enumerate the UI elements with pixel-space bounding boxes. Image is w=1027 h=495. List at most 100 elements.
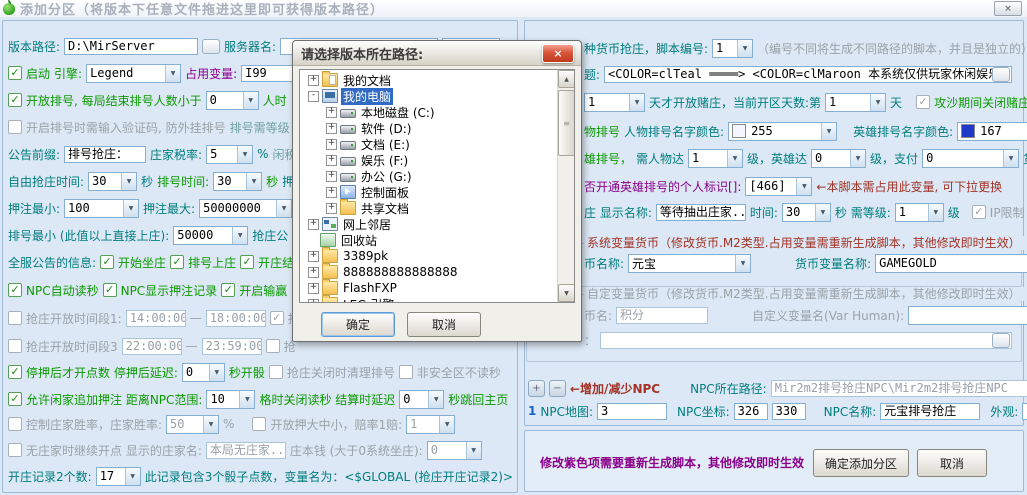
captcha-checkbox[interactable] xyxy=(8,120,22,134)
hero-level-select[interactable]: 0▼ xyxy=(811,149,866,168)
custom-extra-browse-button[interactable] xyxy=(992,333,1010,348)
tree-item[interactable]: +888888888888888 xyxy=(300,264,574,280)
settle-delay-select[interactable]: 0▼ xyxy=(399,390,444,409)
scroll-down-icon[interactable]: ▼ xyxy=(558,284,575,302)
win-rate-select[interactable]: 50▼ xyxy=(166,415,219,434)
pay-select[interactable]: 0▼ xyxy=(922,149,1019,168)
time-slot3-to-input[interactable]: 23:59:00 xyxy=(202,338,262,355)
engine-select[interactable]: Legend▼ xyxy=(86,64,181,83)
tree-item[interactable]: -我的电脑 xyxy=(300,88,574,104)
clear-number-checkbox[interactable] xyxy=(269,365,283,379)
tree-item[interactable]: + 控制面板 xyxy=(300,184,574,200)
add-bet-checkbox[interactable] xyxy=(8,392,22,406)
tree-item[interactable]: +本地磁盘 (C:) xyxy=(300,104,574,120)
prefix-input[interactable]: 排号抢庄： xyxy=(64,146,146,163)
scrollbar-thumb[interactable]: ≡ xyxy=(558,90,575,156)
expand-icon[interactable]: + xyxy=(308,251,319,262)
tree-item-label[interactable]: 本地磁盘 (C:) xyxy=(359,104,437,121)
time-slot3-from-input[interactable]: 22:00:00 xyxy=(122,338,182,355)
start-checkbox[interactable] xyxy=(8,66,22,80)
free-grab-select[interactable]: 30▼ xyxy=(88,172,137,191)
tree-item-label[interactable]: FlashFXP xyxy=(341,281,399,295)
npc-map-input[interactable]: 3 xyxy=(597,403,667,420)
tree-item[interactable]: + 网上邻居 xyxy=(300,216,574,232)
collapse-icon[interactable]: - xyxy=(308,91,319,102)
confirm-add-partition-button[interactable]: 确定添加分区 xyxy=(813,449,909,477)
number-min-select[interactable]: 50000▼ xyxy=(173,226,248,245)
dialog-titlebar[interactable]: 请选择版本所在路径: xyxy=(293,41,581,66)
tree-item[interactable]: +文档 (E:) xyxy=(300,136,574,152)
add-npc-button[interactable]: + xyxy=(528,380,545,397)
open-day-select[interactable]: 1▼ xyxy=(584,93,645,112)
odds-select[interactable]: 1▼ xyxy=(406,415,455,434)
expand-icon[interactable]: + xyxy=(326,203,337,214)
time-slot1-checkbox[interactable] xyxy=(8,311,22,325)
currency-var-select[interactable]: GAMEGOLD▼ xyxy=(875,254,1027,273)
display-name-input[interactable]: 等待抽出庄家.. xyxy=(656,204,746,221)
char-level-select[interactable]: 1▼ xyxy=(688,149,743,168)
tree-item[interactable]: +我的文档 xyxy=(300,72,574,88)
expand-icon[interactable]: + xyxy=(308,283,319,294)
remove-npc-button[interactable]: − xyxy=(549,380,566,397)
ip-limit-checkbox[interactable] xyxy=(972,205,986,219)
time-slot3-checkbox[interactable] xyxy=(8,339,22,353)
npc-show-bets-checkbox[interactable] xyxy=(103,283,117,297)
tree-item-label[interactable]: LEG 引擎 xyxy=(341,296,396,304)
cancel-button[interactable]: 取消 xyxy=(917,449,987,477)
time-slot4-checkbox[interactable] xyxy=(266,339,280,353)
currency-name-select[interactable]: 元宝▼ xyxy=(628,254,751,273)
level-need-select[interactable]: 1▼ xyxy=(895,203,944,222)
npc-y-input[interactable]: 330 xyxy=(772,403,806,420)
broadcast-number-checkbox[interactable] xyxy=(170,255,184,269)
min-player-select[interactable]: 0▼ xyxy=(206,91,259,110)
dialog-close-button[interactable]: × xyxy=(542,44,574,63)
tree-item-label[interactable]: 控制面板 xyxy=(359,184,411,201)
time-select[interactable]: 30▼ xyxy=(782,203,831,222)
expand-icon[interactable]: + xyxy=(326,123,337,134)
tree-item-label[interactable]: 办公 (G:) xyxy=(359,168,414,185)
version-path-input[interactable]: D:\MirServer xyxy=(64,38,198,55)
tree-item[interactable]: + FlashFXP xyxy=(300,280,574,296)
tree-item[interactable]: +办公 (G:) xyxy=(300,168,574,184)
notice-title-browse-button[interactable] xyxy=(992,67,1010,82)
broadcast-start-checkbox[interactable] xyxy=(100,255,114,269)
unsafe-zone-checkbox[interactable] xyxy=(399,365,413,379)
banker-fund-select[interactable]: 0▼ xyxy=(427,441,482,460)
char-color-select[interactable]: 255▼ xyxy=(728,122,837,141)
tree-item-label[interactable]: 888888888888888 xyxy=(341,265,460,279)
sabak-close-checkbox[interactable] xyxy=(916,95,930,109)
custom-extra-input[interactable] xyxy=(600,332,1012,349)
tree-item[interactable]: + 娱乐 (F:) xyxy=(300,152,574,168)
stop-bet-delay-select[interactable]: 0▼ xyxy=(182,363,225,382)
tree-item[interactable]: 回收站 xyxy=(300,232,574,248)
expand-icon[interactable]: + xyxy=(326,155,337,166)
tree-scrollbar[interactable]: ▲ ≡ ▼ xyxy=(557,70,574,302)
tree-item[interactable]: +3389pk xyxy=(300,248,574,264)
expand-icon[interactable]: + xyxy=(308,219,319,230)
hero-color-select[interactable]: 167▼ xyxy=(957,122,1027,141)
custom-name-input[interactable]: 积分 xyxy=(616,307,708,324)
tree-item-label[interactable]: 网上邻居 xyxy=(341,216,393,233)
expand-icon[interactable]: + xyxy=(326,187,337,198)
tree-item[interactable]: +共享文档 xyxy=(300,200,574,216)
tree-item-label[interactable]: 回收站 xyxy=(339,232,379,249)
tree-item-label[interactable]: 娱乐 (F:) xyxy=(359,152,410,169)
no-banker-checkbox[interactable] xyxy=(8,443,22,457)
npc-name-input[interactable]: 元宝排号抢庄 xyxy=(880,403,980,420)
npc-range-select[interactable]: 10▼ xyxy=(206,390,255,409)
banker-tax-select[interactable]: 5▼ xyxy=(206,145,253,164)
tree-item-label[interactable]: 我的文档 xyxy=(341,72,393,89)
bet-max-select[interactable]: 50000000▼ xyxy=(199,199,292,218)
scroll-up-icon[interactable]: ▲ xyxy=(558,70,575,88)
record-select[interactable]: 17▼ xyxy=(96,467,141,486)
win-rate-checkbox[interactable] xyxy=(8,417,22,431)
no-banker-name-input[interactable]: 本局无庄家.. xyxy=(206,442,286,459)
script-id-select[interactable]: 1▼ xyxy=(712,39,753,58)
expand-icon[interactable]: + xyxy=(308,299,319,304)
npc-countdown-checkbox[interactable] xyxy=(8,283,22,297)
time-slot1-to-input[interactable]: 18:00:00 xyxy=(206,310,266,327)
dialog-ok-button[interactable]: 确定 xyxy=(321,312,395,337)
winlose-checkbox[interactable] xyxy=(221,283,235,297)
window-close-button[interactable]: × xyxy=(994,1,1022,16)
notice-title-input[interactable]: <COLOR=clTeal ════> <COLOR=clMaroon 本系统仅… xyxy=(604,66,1012,83)
